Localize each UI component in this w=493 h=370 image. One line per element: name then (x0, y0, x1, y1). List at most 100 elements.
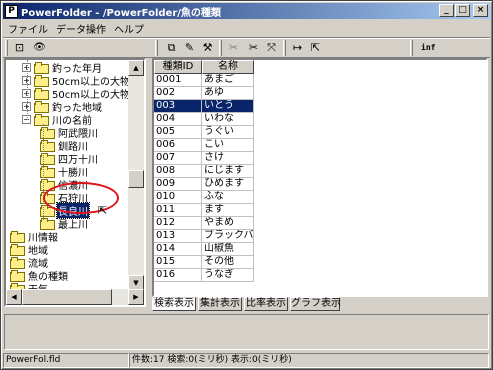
tab-aggregate-view[interactable]: 集計表示 (198, 297, 242, 311)
cell-id[interactable]: 013 (154, 230, 202, 243)
toolbar-separator (283, 40, 286, 56)
inf-label[interactable]: inf (421, 43, 435, 52)
cell-id[interactable]: 005 (154, 126, 202, 139)
close-button[interactable]: × (473, 4, 488, 17)
cell-id[interactable]: 002 (154, 87, 202, 100)
window-title: PowerFolder - /PowerFolder/魚の種類 (21, 7, 221, 19)
cell-id[interactable]: 003 (154, 100, 202, 113)
title-bar[interactable]: P PowerFolder - /PowerFolder/魚の種類 _ □ × (3, 3, 490, 19)
cell-id[interactable]: 004 (154, 113, 202, 126)
table-row[interactable]: 010 ふな (154, 191, 254, 204)
cell-name[interactable]: うぐい (202, 126, 254, 139)
cell-id[interactable]: 007 (154, 152, 202, 165)
edit-pen-icon[interactable]: ✎ (181, 40, 198, 56)
folder-icon (10, 244, 25, 256)
app-window: P PowerFolder - /PowerFolder/魚の種類 _ □ × … (0, 0, 493, 370)
cell-name[interactable]: いとう (202, 100, 254, 113)
table-row[interactable]: 009 ひめます (154, 178, 254, 191)
cell-name[interactable]: いわな (202, 113, 254, 126)
menu-bar: ファイル データ操作 ヘルプ (4, 20, 148, 37)
table-row[interactable]: 011 ます (154, 204, 254, 217)
cell-name[interactable]: ブラックバ (202, 230, 254, 243)
table-row[interactable]: 015 その他 (154, 256, 254, 269)
scroll-right-button[interactable]: ▶ (128, 289, 144, 305)
arrow-right-icon[interactable]: ↦ (289, 40, 306, 56)
status-info: 件数:17 検索:0(ミリ秒) 表示:0(ミリ秒) (129, 353, 489, 368)
column-header-name[interactable]: 名称 (202, 60, 254, 74)
highlight-circle (43, 182, 119, 214)
table-row[interactable]: 007 さけ (154, 152, 254, 165)
table-row[interactable]: 008 にじます (154, 165, 254, 178)
toolbar-grip[interactable] (5, 40, 8, 56)
cell-id[interactable]: 014 (154, 243, 202, 256)
tree-connector (27, 60, 28, 120)
menu-separator (3, 37, 490, 39)
data-grid[interactable]: 種類ID 名称 0001 あまご 002 あゆ 003 いとう 004 いわな 005 うぐい 00… (152, 58, 488, 297)
table-row[interactable]: 006 こい (154, 139, 254, 152)
scroll-up-button[interactable]: ▲ (128, 60, 144, 76)
cut-icon[interactable]: ✂ (225, 40, 242, 56)
maximize-button[interactable]: □ (455, 4, 470, 17)
cell-id[interactable]: 009 (154, 178, 202, 191)
cell-name[interactable]: あゆ (202, 87, 254, 100)
wand-icon[interactable]: ⚒ (199, 40, 216, 56)
menu-data-operation[interactable]: データ操作 (52, 21, 110, 36)
cell-id[interactable]: 010 (154, 191, 202, 204)
cell-name[interactable]: うなぎ (202, 269, 254, 282)
cell-name[interactable]: あまご (202, 74, 254, 87)
cell-name[interactable]: その他 (202, 256, 254, 269)
cell-name[interactable]: やまめ (202, 217, 254, 230)
cell-id[interactable]: 016 (154, 269, 202, 282)
cell-id[interactable]: 015 (154, 256, 202, 269)
table-row[interactable]: 012 やまめ (154, 217, 254, 230)
table-row[interactable]: 013 ブラックバ (154, 230, 254, 243)
table-row[interactable]: 005 うぐい (154, 126, 254, 139)
detail-panel (4, 314, 489, 350)
cell-id[interactable]: 008 (154, 165, 202, 178)
cell-id[interactable]: 012 (154, 217, 202, 230)
scroll-left-button[interactable]: ◀ (6, 289, 22, 305)
folder-icon (10, 257, 25, 269)
cursor-icon: ⇱ (98, 204, 108, 217)
scissors-icon[interactable]: ✂ (245, 40, 262, 56)
cell-id[interactable]: 0001 (154, 74, 202, 87)
cell-id[interactable]: 006 (154, 139, 202, 152)
table-row[interactable]: 014 山椒魚 (154, 243, 254, 256)
status-bar: PowerFol.fld 件数:17 検索:0(ミリ秒) 表示:0(ミリ秒) (3, 353, 490, 368)
toolbar-separator (219, 40, 222, 56)
scroll-thumb[interactable] (22, 289, 112, 305)
scroll-thumb[interactable] (128, 170, 144, 188)
tree-horizontal-scrollbar[interactable]: ◀ ▶ (6, 289, 144, 305)
folder-icon (34, 101, 49, 113)
cell-name[interactable]: ます (202, 204, 254, 217)
cell-name[interactable]: ふな (202, 191, 254, 204)
copy-icon[interactable]: ⧉ (163, 40, 180, 56)
fold-panel-icon[interactable]: ⊡ (11, 40, 28, 56)
status-file: PowerFol.fld (3, 353, 129, 368)
folder-icon (34, 75, 49, 87)
cell-id[interactable]: 011 (154, 204, 202, 217)
column-header-id[interactable]: 種類ID (154, 60, 202, 74)
tab-ratio-view[interactable]: 比率表示 (244, 297, 288, 311)
eye-icon[interactable]: 👁 (31, 40, 48, 56)
menu-file[interactable]: ファイル (4, 21, 52, 36)
tree-vertical-scrollbar[interactable]: ▲ ▼ (128, 60, 144, 291)
cell-name[interactable]: ひめます (202, 178, 254, 191)
toolbar-separator (410, 40, 413, 56)
toolbar-grip[interactable] (155, 40, 158, 56)
cell-name[interactable]: さけ (202, 152, 254, 165)
table-row[interactable]: 016 うなぎ (154, 269, 254, 282)
tab-search-view[interactable]: 検索表示 (152, 297, 196, 311)
table-row[interactable]: 0001 あまご (154, 74, 254, 87)
menu-help[interactable]: ヘルプ (110, 21, 148, 36)
table-row[interactable]: 003 いとう (154, 100, 254, 113)
cell-name[interactable]: こい (202, 139, 254, 152)
tab-graph-view[interactable]: グラフ表示 (290, 297, 341, 311)
minimize-button[interactable]: _ (439, 4, 454, 17)
table-row[interactable]: 002 あゆ (154, 87, 254, 100)
cell-name[interactable]: 山椒魚 (202, 243, 254, 256)
export-icon[interactable]: ⇱ (307, 40, 324, 56)
table-row[interactable]: 004 いわな (154, 113, 254, 126)
cell-name[interactable]: にじます (202, 165, 254, 178)
filter-icon[interactable]: ⤧ (263, 40, 280, 56)
